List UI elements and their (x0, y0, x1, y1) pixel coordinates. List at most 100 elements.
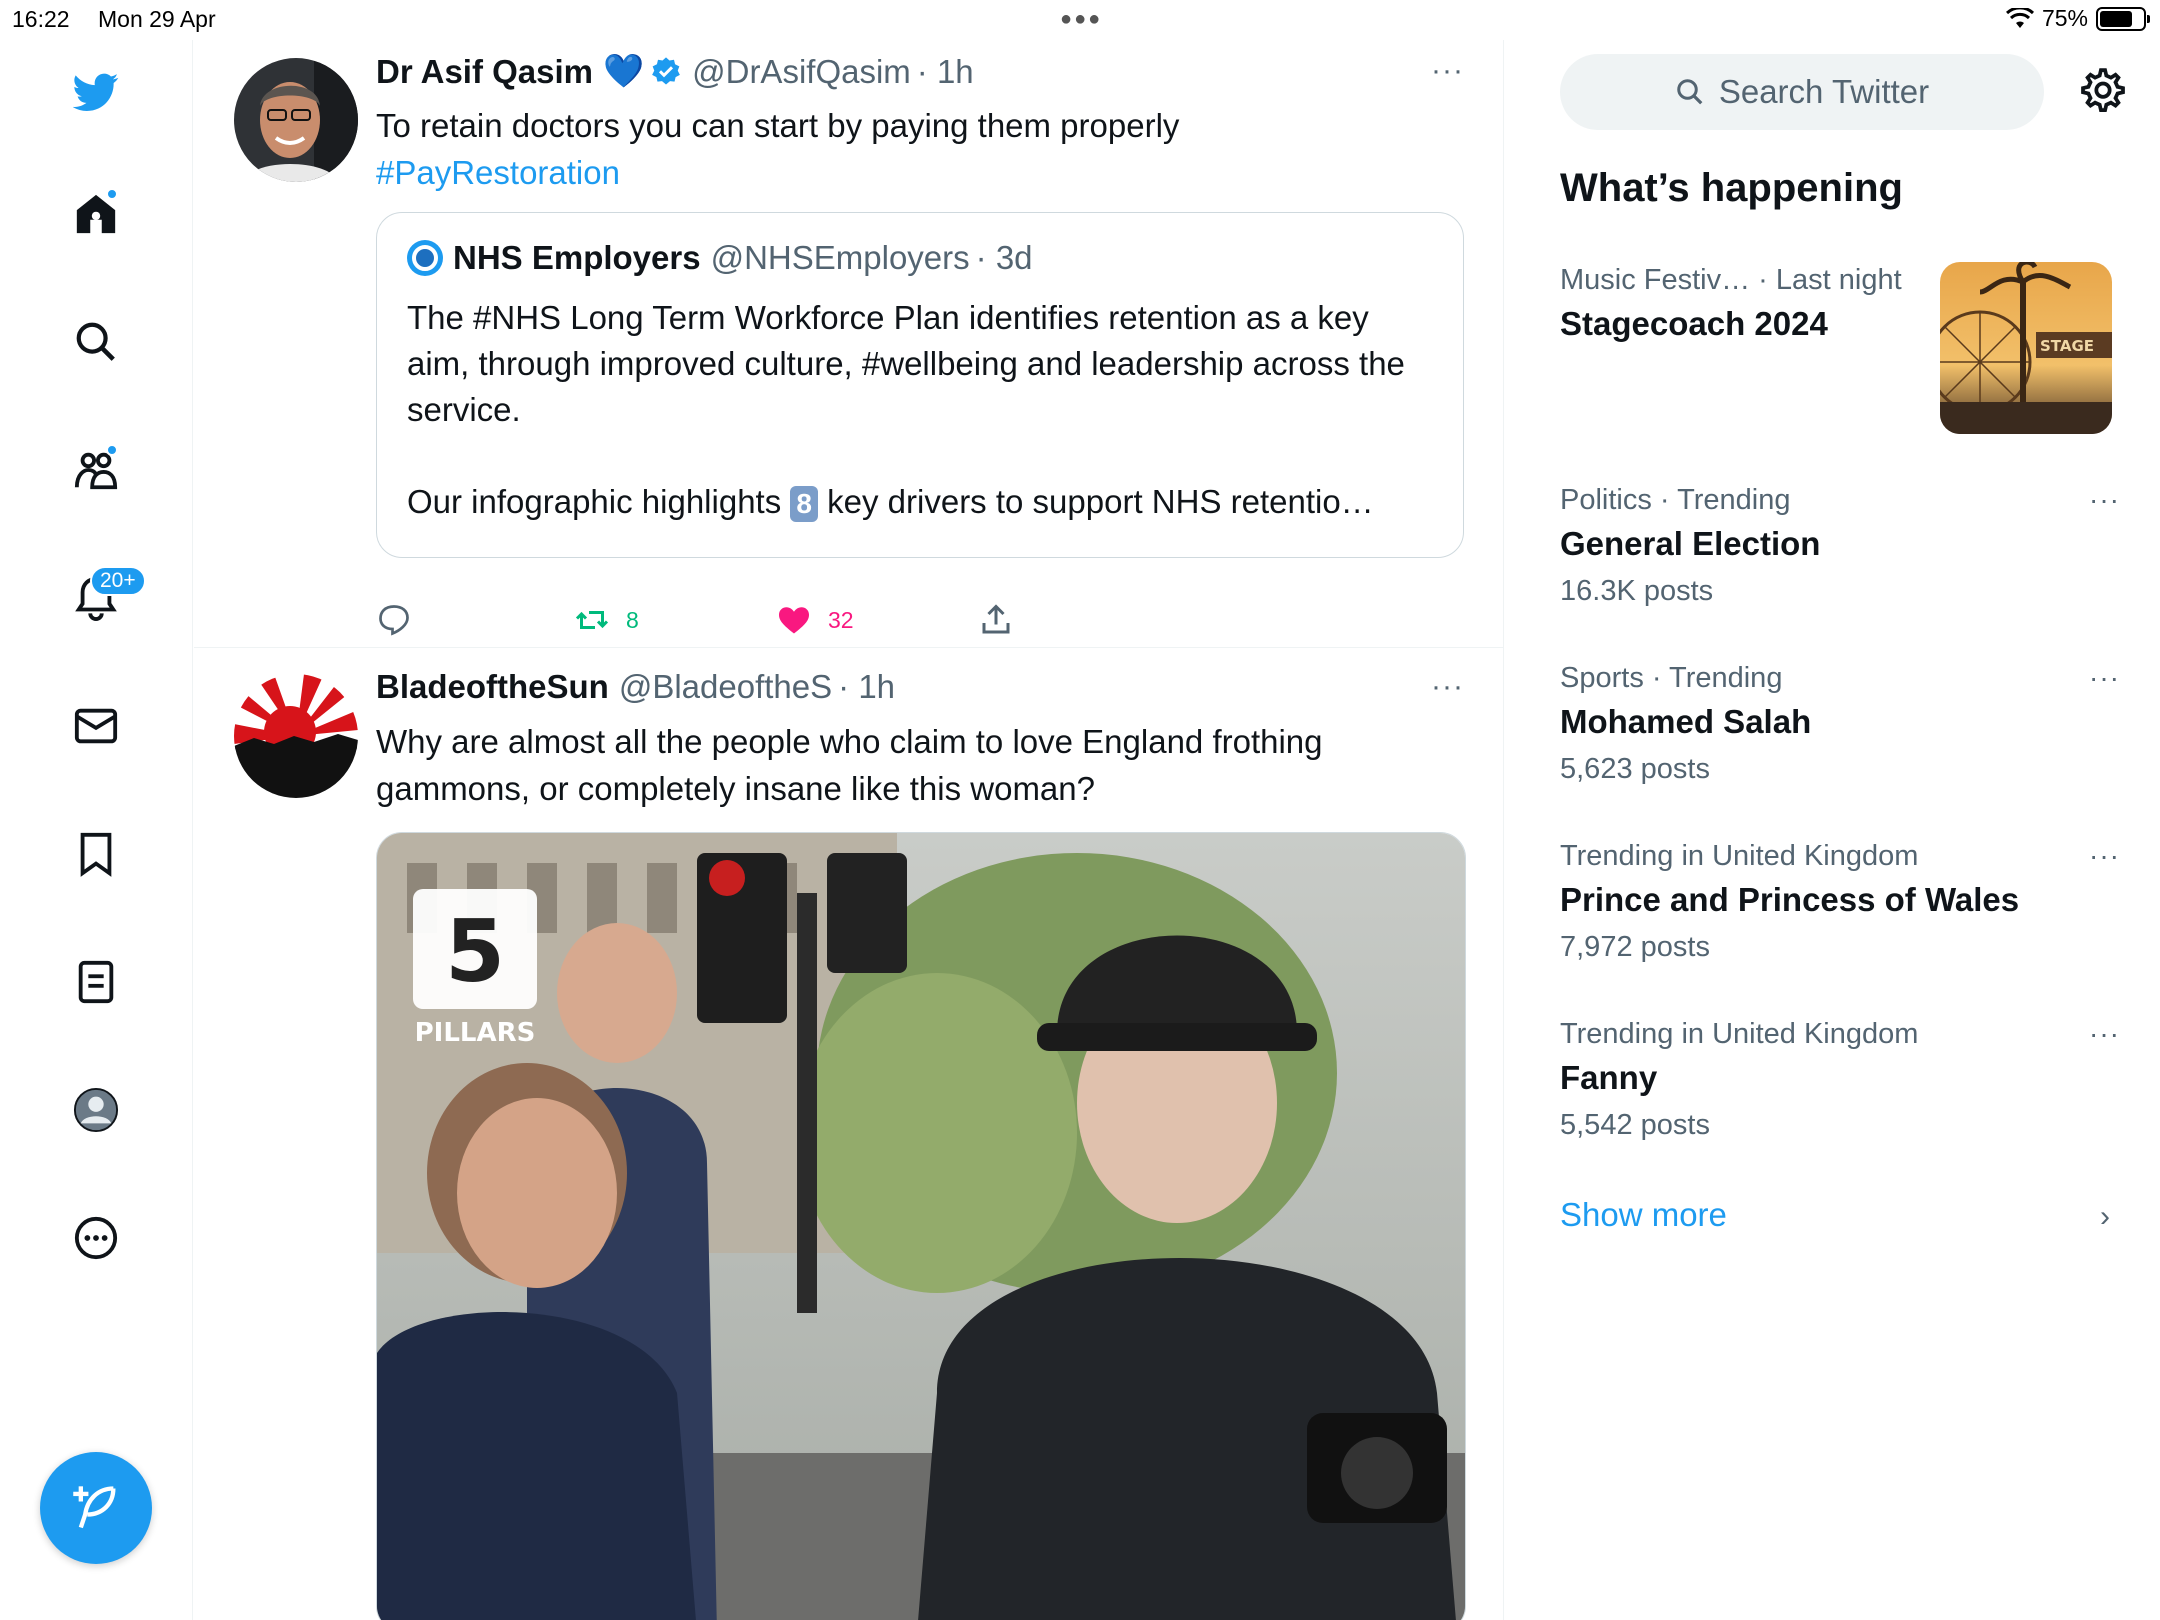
search-input[interactable]: Search Twitter (1560, 54, 2044, 130)
nav-messages[interactable] (66, 696, 126, 756)
trend-item[interactable]: Trending in United Kingdom Fanny 5,542 p… (1560, 1018, 2120, 1142)
trend-count: 7,972 posts (1560, 931, 1710, 963)
status-time: 16:22 (12, 6, 70, 32)
tweet[interactable]: Dr Asif Qasim 💙 @DrAsifQasim · 1h ··· To… (194, 40, 1503, 648)
trend-item[interactable]: Trending in United Kingdom Prince and Pr… (1560, 840, 2120, 964)
nav-more[interactable] (66, 1208, 126, 1268)
nav-notifications[interactable]: 20+ (66, 566, 146, 628)
avatar[interactable] (234, 58, 358, 182)
author-handle[interactable]: @DrAsifQasim (692, 53, 911, 91)
trend-meta: Trending in United Kingdom (1560, 1018, 1919, 1050)
right-sidebar: Search Twitter What’s happening Music Fe… (1560, 40, 2125, 1620)
tweet-header: BladeoftheSun @BladeoftheS · 1h (376, 668, 895, 706)
quote-time: · 3d (975, 239, 1033, 276)
blue-heart-emoji: 💙 (603, 52, 645, 89)
messages-icon (74, 708, 118, 744)
tweet-actions: 8 32 (376, 602, 1376, 646)
trend-count: 5,623 posts (1560, 753, 1710, 785)
reply-button[interactable] (376, 602, 412, 638)
rising-sun-avatar-image (234, 674, 358, 798)
timeline: Dr Asif Qasim 💙 @DrAsifQasim · 1h ··· To… (194, 40, 1504, 1620)
status-right: 75% (2005, 5, 2150, 32)
trend-count: 16.3K posts (1560, 575, 1714, 607)
home-notification-dot (106, 188, 118, 200)
nav-communities[interactable] (66, 440, 126, 500)
quote-author-name: NHS Employers (453, 239, 701, 276)
heart-filled-icon (779, 607, 809, 634)
feather-plus-icon (73, 1486, 116, 1529)
reply-icon (379, 605, 409, 636)
quote-paragraph-2: Our infographic highlights 8 key drivers… (407, 479, 1437, 525)
tweet-video[interactable]: 5 PILLARS (376, 832, 1466, 1620)
trend-more-button[interactable]: ··· (2089, 662, 2120, 694)
tweet-body: To retain doctors you can start by payin… (376, 107, 1180, 144)
retweet-count: 8 (626, 606, 639, 633)
quote-paragraph-2-start: Our infographic highlights (407, 483, 782, 520)
quote-paragraph-2-end: key drivers to support NHS retentio… (827, 483, 1374, 520)
trend-more-button[interactable]: ··· (2089, 484, 2120, 516)
nhs-employers-avatar-icon (407, 240, 443, 276)
battery-percent: 75% (2041, 5, 2088, 31)
trend-title: Prince and Princess of Wales (1560, 881, 2020, 918)
nav-profile[interactable] (66, 1080, 126, 1140)
quote-tweet[interactable]: NHS Employers @NHSEmployers · 3d The #NH… (376, 212, 1464, 558)
retweet-button[interactable]: 8 (574, 602, 639, 638)
settings-gear-icon[interactable] (2078, 66, 2128, 116)
search-placeholder: Search Twitter (1718, 73, 1930, 110)
trend-title: Fanny (1560, 1059, 1658, 1096)
hashtag-link[interactable]: #PayRestoration (376, 149, 1456, 196)
author-handle[interactable]: @BladeoftheS (619, 668, 832, 706)
trend-count: 5,542 posts (1560, 1109, 1710, 1141)
stage-sign-text: STAGE (2040, 337, 2094, 355)
nav-lists[interactable] (66, 952, 126, 1012)
media-overlay-label: PILLARS (415, 1018, 536, 1048)
tweet-time[interactable]: · 1h (838, 668, 895, 706)
tweet-more-button[interactable]: ··· (1431, 670, 1464, 704)
trend-title: Mohamed Salah (1560, 703, 1812, 740)
lists-icon (78, 960, 114, 1004)
show-more-link[interactable]: Show more (1560, 1196, 1727, 1234)
quote-text: The #NHS Long Term Workforce Plan identi… (407, 295, 1437, 525)
trend-item[interactable]: Sports · Trending Mohamed Salah 5,623 po… (1560, 662, 2120, 786)
ferris-wheel-sunset-image: STAGE (1940, 262, 2112, 434)
nav-explore[interactable] (66, 312, 126, 372)
share-button[interactable] (978, 602, 1014, 638)
avatar[interactable] (234, 674, 358, 798)
trend-meta: Trending in United Kingdom (1560, 840, 1919, 872)
wifi-icon (2005, 7, 2034, 28)
street-protest-photo: 5 PILLARS (377, 833, 1465, 1620)
whats-happening-title: What’s happening (1560, 166, 1903, 210)
tweet-header: Dr Asif Qasim 💙 @DrAsifQasim · 1h (376, 52, 974, 91)
trend-meta: Politics · Trending (1560, 484, 1791, 516)
trend-item[interactable]: Music Festiv… · Last night Stagecoach 20… (1560, 262, 2120, 434)
nav-home[interactable] (66, 184, 126, 244)
tweet-more-button[interactable]: ··· (1431, 54, 1464, 88)
tweet-text: To retain doctors you can start by payin… (376, 102, 1456, 196)
tweet-time[interactable]: · 1h (917, 53, 974, 91)
left-navigation: 20+ (0, 40, 193, 1620)
tweet[interactable]: BladeoftheSun @BladeoftheS · 1h ··· Why … (194, 648, 1503, 1620)
profile-avatar-icon (73, 1087, 119, 1133)
notifications-badge: 20+ (90, 566, 146, 596)
nav-bookmarks[interactable] (66, 824, 126, 884)
avatar-photo (234, 58, 358, 182)
media-overlay-number: 5 (445, 902, 505, 1002)
trend-more-button[interactable]: ··· (2089, 840, 2120, 872)
keycap-eight-emoji: 8 (790, 486, 818, 522)
more-icon (74, 1216, 118, 1260)
trend-more-button[interactable]: ··· (2089, 1018, 2120, 1050)
trend-item[interactable]: Politics · Trending General Election 16.… (1560, 484, 2120, 608)
twitter-logo-icon[interactable] (66, 62, 126, 122)
trend-title: General Election (1560, 525, 1821, 562)
quote-paragraph-1: The #NHS Long Term Workforce Plan identi… (407, 299, 1405, 428)
bookmarks-icon (80, 832, 112, 877)
retweet-icon (575, 611, 609, 629)
author-name[interactable]: BladeoftheSun (376, 668, 609, 706)
search-icon (1677, 79, 1703, 105)
multitasking-dots-icon[interactable]: ●●● (1060, 8, 1102, 31)
bird-icon (73, 73, 119, 111)
like-button[interactable]: 32 (776, 602, 854, 638)
battery-icon (2096, 6, 2150, 31)
compose-tweet-button[interactable] (40, 1452, 152, 1564)
author-name[interactable]: Dr Asif Qasim (376, 53, 593, 91)
